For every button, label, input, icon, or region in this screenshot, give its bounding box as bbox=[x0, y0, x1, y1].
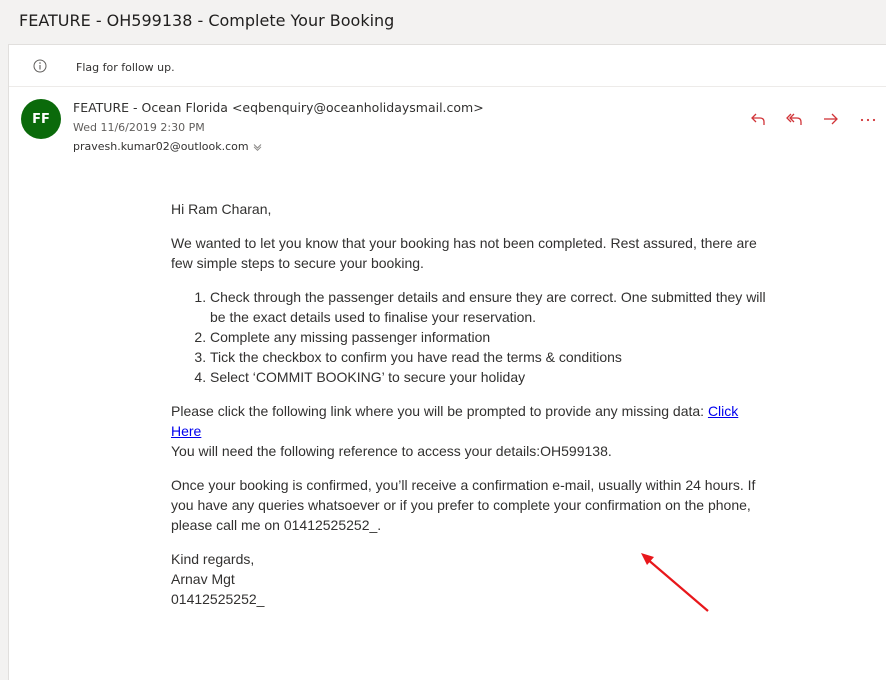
confirmation-paragraph: Once your booking is confirmed, you’ll r… bbox=[171, 477, 756, 533]
list-item: Select ‘COMMIT BOOKING’ to secure your h… bbox=[210, 367, 771, 387]
list-item: Check through the passenger details and … bbox=[210, 287, 771, 327]
steps-list: Check through the passenger details and … bbox=[171, 287, 771, 387]
signature-name: Arnav Mgt bbox=[171, 571, 235, 587]
link-paragraph: Please click the following link where yo… bbox=[171, 401, 771, 461]
recipient[interactable]: pravesh.kumar02@outlook.com bbox=[73, 140, 262, 153]
reply-all-icon[interactable] bbox=[786, 111, 804, 127]
chevron-down-icon[interactable] bbox=[253, 142, 262, 151]
flag-text: Flag for follow up. bbox=[76, 61, 175, 74]
reference-text: You will need the following reference to… bbox=[171, 443, 612, 459]
red-arrow-annotation bbox=[641, 553, 709, 612]
message-actions bbox=[9, 111, 886, 131]
forward-icon[interactable] bbox=[822, 111, 840, 127]
list-item: Complete any missing passenger informati… bbox=[210, 327, 771, 347]
signoff: Kind regards, bbox=[171, 551, 255, 567]
info-icon bbox=[33, 59, 47, 73]
intro-paragraph: We wanted to let you know that your book… bbox=[171, 235, 757, 271]
link-prompt: Please click the following link where yo… bbox=[171, 403, 708, 419]
message-subject: FEATURE - OH599138 - Complete Your Booki… bbox=[19, 11, 395, 30]
signature-phone: 01412525252_ bbox=[171, 591, 265, 607]
more-icon[interactable] bbox=[859, 111, 877, 127]
flag-bar: Flag for follow up. bbox=[9, 45, 886, 87]
recipient-address: pravesh.kumar02@outlook.com bbox=[73, 140, 249, 153]
reply-icon[interactable] bbox=[750, 111, 768, 127]
list-item: Tick the checkbox to confirm you have re… bbox=[210, 347, 771, 367]
greeting: Hi Ram Charan, bbox=[171, 201, 272, 217]
reading-pane: Flag for follow up. FF FEATURE - Ocean F… bbox=[8, 44, 886, 680]
